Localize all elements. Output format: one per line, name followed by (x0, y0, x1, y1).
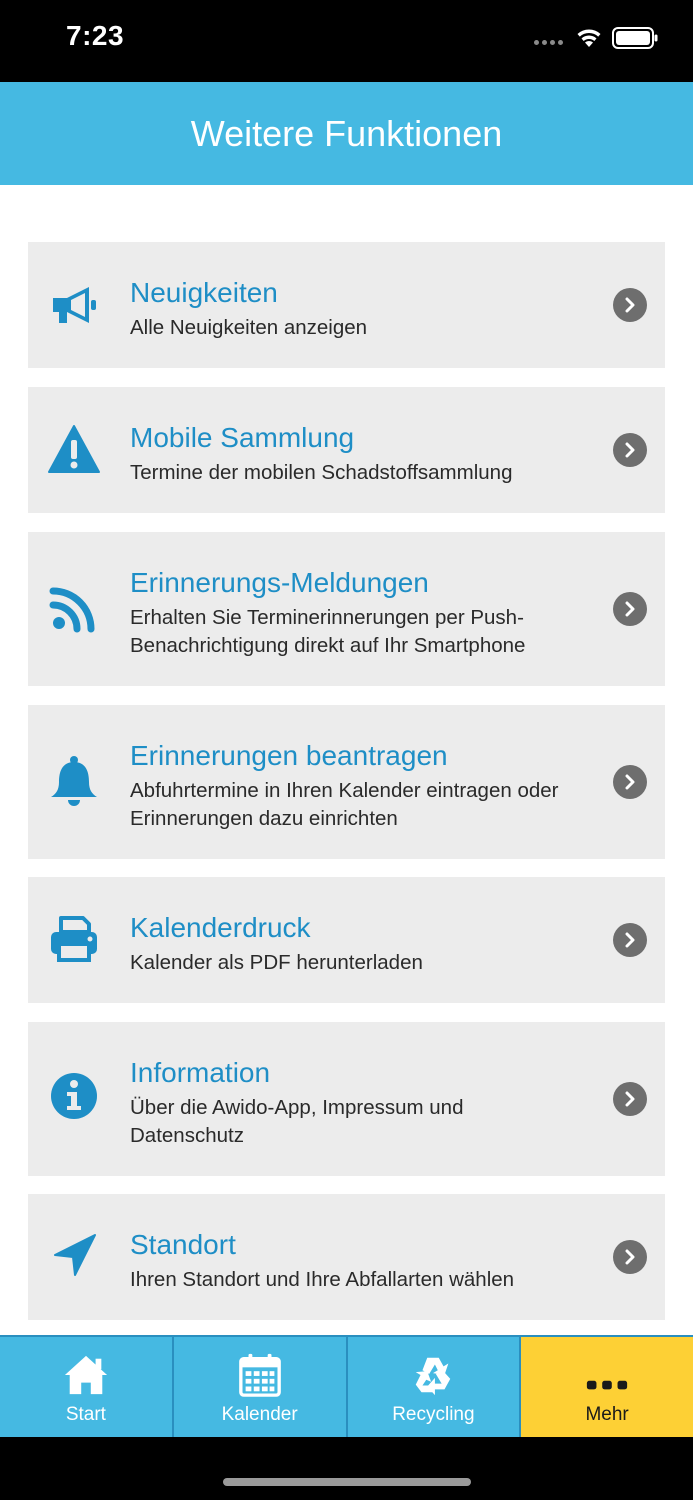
rss-icon (46, 580, 102, 636)
menu-item-title: Erinnerungen beantragen (130, 740, 448, 771)
menu-item-subtitle: Abfuhrtermine in Ihren Kalender eintrage… (130, 779, 559, 830)
chevron-right-icon (613, 765, 647, 799)
menu-item-erinnerungs-meldungen[interactable]: Erinnerungs-Meldungen Erhalten Sie Termi… (28, 532, 665, 686)
tab-label: Start (65, 1404, 106, 1425)
battery-icon (612, 27, 658, 49)
wifi-icon (577, 29, 601, 47)
more-icon (581, 1351, 633, 1399)
tab-kalender[interactable]: Kalender (174, 1337, 348, 1437)
bell-icon (46, 753, 102, 809)
home-bar-area (0, 1437, 693, 1500)
menu-item-title: Mobile Sammlung (130, 422, 355, 453)
tab-label: Kalender (221, 1404, 298, 1425)
menu-item-mobile-sammlung[interactable]: Mobile Sammlung Termine der mobilen Scha… (28, 387, 665, 513)
menu-item-information[interactable]: Information Über die Awido-App, Impressu… (28, 1022, 665, 1176)
menu-item-kalenderdruck[interactable]: Kalenderdruck Kalender als PDF herunterl… (28, 877, 665, 1003)
chevron-right-icon (613, 1240, 647, 1274)
menu-item-subtitle: Ihren Standort und Ihre Abfallarten wähl… (130, 1268, 515, 1291)
menu-item-subtitle: Erhalten Sie Terminerinnerungen per Push… (130, 606, 526, 657)
menu-item-neuigkeiten[interactable]: Neuigkeiten Alle Neuigkeiten anzeigen (28, 242, 665, 368)
signal-icon (534, 40, 563, 45)
recycle-icon (407, 1351, 459, 1399)
menu-item-standort[interactable]: Standort Ihren Standort und Ihre Abfalla… (28, 1194, 665, 1320)
tab-label: Mehr (585, 1404, 629, 1425)
chevron-right-icon (613, 923, 647, 957)
tab-start[interactable]: Start (0, 1337, 174, 1437)
menu-item-erinnerungen-beantragen[interactable]: Erinnerungen beantragen Abfuhrtermine in… (28, 705, 665, 859)
page-title: Weitere Funktionen (190, 112, 503, 154)
home-icon (60, 1351, 112, 1399)
nav-bar: Weitere Funktionen (0, 82, 693, 185)
chevron-right-icon (613, 1082, 647, 1116)
menu-item-subtitle: Termine der mobilen Schadstoffsammlung (130, 461, 513, 484)
menu-list: Neuigkeiten Alle Neuigkeiten anzeigen Mo… (0, 185, 693, 1335)
calendar-icon (234, 1351, 286, 1399)
menu-item-title: Neuigkeiten (130, 277, 278, 308)
tab-recycling[interactable]: Recycling (348, 1337, 522, 1437)
chevron-right-icon (613, 433, 647, 467)
warning-icon (46, 421, 102, 477)
tab-mehr[interactable]: Mehr (521, 1337, 693, 1437)
status-bar: 7:23 (0, 0, 693, 82)
status-time: 7:23 (66, 20, 125, 51)
megaphone-icon (46, 277, 102, 333)
info-icon (46, 1068, 102, 1124)
menu-item-subtitle: Über die Awido-App, Impressum und Datens… (130, 1096, 464, 1147)
printer-icon (46, 911, 102, 967)
menu-item-title: Standort (130, 1229, 236, 1260)
menu-item-title: Information (130, 1057, 271, 1088)
menu-item-subtitle: Alle Neuigkeiten anzeigen (130, 316, 368, 339)
menu-item-subtitle: Kalender als PDF herunterladen (130, 951, 423, 974)
tab-label: Recycling (392, 1404, 475, 1425)
location-arrow-icon (46, 1228, 102, 1284)
chevron-right-icon (613, 592, 647, 626)
home-indicator[interactable] (223, 1478, 471, 1486)
menu-item-title: Erinnerungs-Meldungen (130, 567, 429, 598)
chevron-right-icon (613, 288, 647, 322)
tab-bar: Start Kalender Recycling Mehr (0, 1335, 693, 1437)
menu-item-title: Kalenderdruck (130, 912, 311, 943)
